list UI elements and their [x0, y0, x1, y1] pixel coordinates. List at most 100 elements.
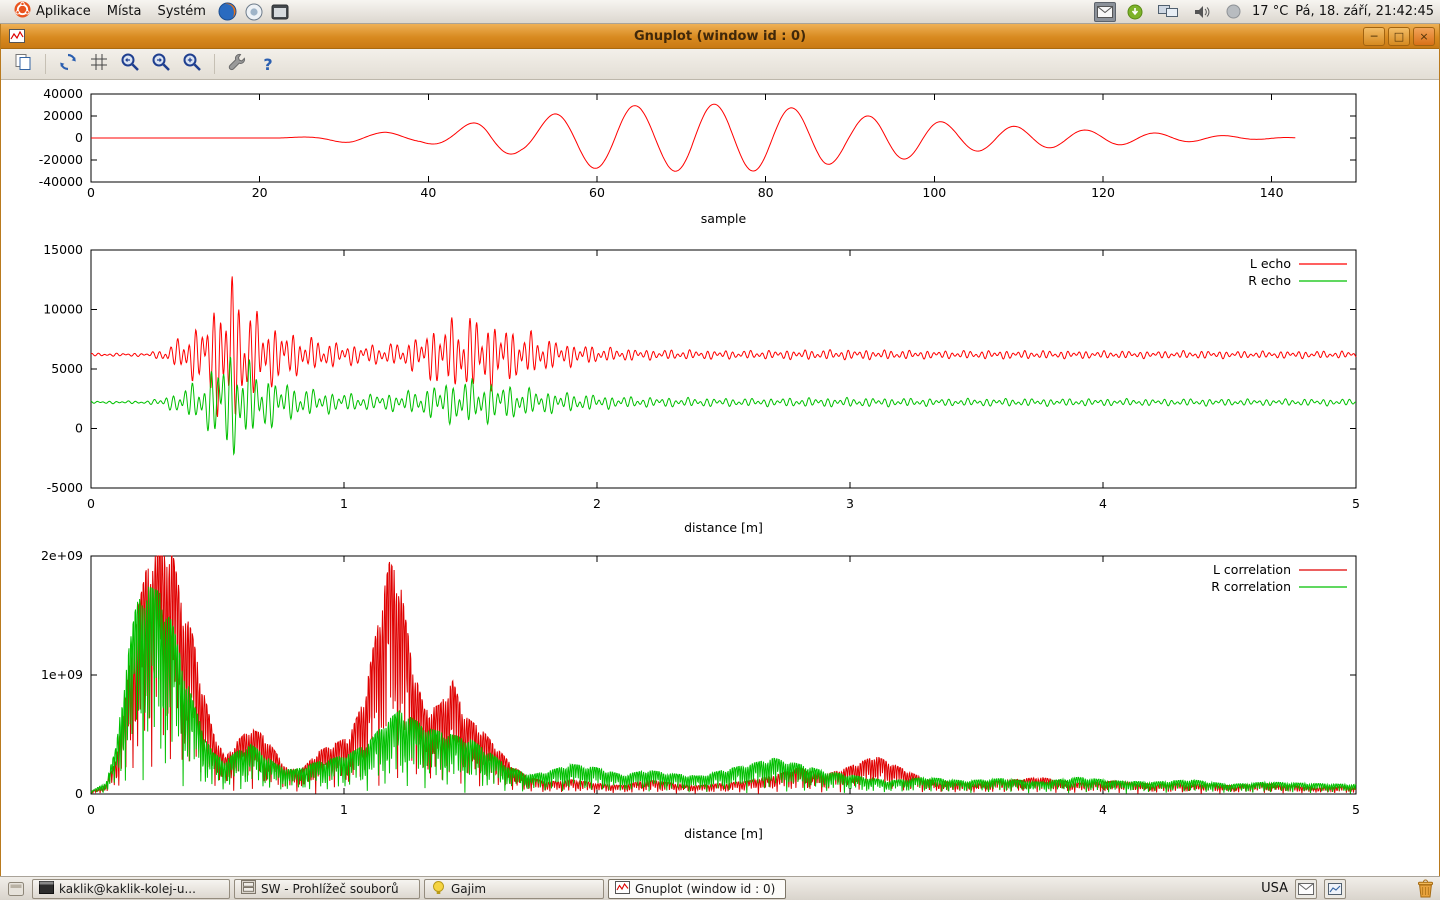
ubuntu-logo-icon: [14, 1, 31, 22]
svg-text:L echo: L echo: [1250, 256, 1291, 271]
svg-text:2: 2: [593, 802, 601, 817]
trash-icon[interactable]: [1415, 878, 1436, 899]
mail-applet-icon[interactable]: [1295, 879, 1317, 899]
svg-text:5: 5: [1352, 802, 1360, 817]
task-file-manager[interactable]: SW - Prohlížeč souborů: [234, 879, 420, 899]
zoom-default-button[interactable]: [179, 52, 205, 77]
svg-text:3: 3: [846, 802, 854, 817]
toggle-grid-button[interactable]: [86, 52, 112, 77]
mail-notification-icon[interactable]: [1094, 2, 1116, 22]
svg-text:140: 140: [1260, 185, 1284, 200]
svg-text:-40000: -40000: [39, 174, 83, 189]
terminal-launcher-icon[interactable]: [267, 4, 293, 20]
zoom-default-icon: [182, 52, 202, 76]
svg-text:1: 1: [340, 496, 348, 511]
gajim-task-icon: [431, 880, 446, 898]
window-list-icon[interactable]: [4, 882, 28, 896]
task-label: Gajim: [451, 882, 486, 896]
task-gnuplot[interactable]: Gnuplot (window id : 0): [608, 879, 786, 899]
replot-button[interactable]: [55, 52, 81, 77]
zoom-next-icon: [151, 52, 171, 76]
svg-text:0: 0: [87, 496, 95, 511]
window-title: Gnuplot (window id : 0): [1, 29, 1439, 44]
zoom-next-button[interactable]: [148, 52, 174, 77]
svg-text:120: 120: [1091, 185, 1115, 200]
svg-text:distance [m]: distance [m]: [684, 520, 763, 535]
chart-applet-icon[interactable]: [1324, 879, 1346, 899]
svg-text:40000: 40000: [43, 86, 83, 101]
minimize-button[interactable]: ─: [1363, 27, 1385, 46]
toolbar-separator: [45, 54, 46, 74]
top-panel: Aplikace Místa Systém: [0, 0, 1440, 24]
svg-text:0: 0: [75, 421, 83, 436]
grid-icon: [90, 53, 108, 75]
svg-text:40: 40: [420, 185, 436, 200]
svg-text:R correlation: R correlation: [1211, 579, 1291, 594]
svg-text:R echo: R echo: [1248, 273, 1291, 288]
help-icon: ?: [263, 55, 272, 74]
zoom-previous-button[interactable]: [117, 52, 143, 77]
firefox-launcher-icon[interactable]: [214, 2, 241, 21]
svg-text:4: 4: [1099, 802, 1107, 817]
weather-icon: [1222, 4, 1245, 19]
maximize-button[interactable]: □: [1388, 27, 1410, 46]
gnuplot-task-icon: [615, 881, 630, 897]
gnuplot-window: Gnuplot (window id : 0) ─ □ ×: [0, 24, 1440, 876]
update-notifier-icon[interactable]: [1123, 4, 1147, 20]
menu-system[interactable]: Systém: [149, 0, 213, 23]
menu-applications-label: Aplikace: [36, 4, 91, 19]
svg-text:1: 1: [340, 802, 348, 817]
copy-icon: [14, 53, 32, 75]
svg-text:10000: 10000: [43, 302, 83, 317]
svg-text:0: 0: [75, 786, 83, 801]
svg-text:80: 80: [758, 185, 774, 200]
titlebar[interactable]: Gnuplot (window id : 0) ─ □ ×: [1, 24, 1439, 49]
help-button[interactable]: ?: [255, 52, 281, 77]
clock[interactable]: Pá, 18. září, 21:42:45: [1295, 4, 1434, 19]
volume-icon[interactable]: [1189, 4, 1215, 20]
menu-applications[interactable]: Aplikace: [6, 0, 99, 23]
svg-text:5000: 5000: [51, 361, 83, 376]
svg-text:20000: 20000: [43, 108, 83, 123]
svg-text:5: 5: [1352, 496, 1360, 511]
keyboard-layout-indicator[interactable]: USA: [1261, 881, 1288, 896]
task-label: SW - Prohlížeč souborů: [261, 882, 399, 896]
svg-text:1e+09: 1e+09: [41, 667, 83, 682]
svg-text:-20000: -20000: [39, 152, 83, 167]
svg-text:100: 100: [922, 185, 946, 200]
svg-text:20: 20: [252, 185, 268, 200]
plot-area: 020406080100120140-40000-200000200004000…: [1, 80, 1439, 876]
gnuplot-canvas[interactable]: 020406080100120140-40000-200000200004000…: [1, 80, 1439, 876]
svg-text:0: 0: [87, 185, 95, 200]
svg-text:2e+09: 2e+09: [41, 548, 83, 563]
task-gajim[interactable]: Gajim: [424, 879, 604, 899]
svg-text:2: 2: [593, 496, 601, 511]
menu-places[interactable]: Místa: [99, 0, 150, 23]
svg-text:L correlation: L correlation: [1213, 562, 1291, 577]
svg-text:0: 0: [75, 130, 83, 145]
close-button[interactable]: ×: [1413, 27, 1435, 46]
refresh-icon: [58, 52, 78, 76]
toolbar: ?: [1, 49, 1439, 80]
task-label: kaklik@kaklik-kolej-u...: [59, 882, 196, 896]
svg-text:0: 0: [87, 802, 95, 817]
toolbar-separator: [214, 54, 215, 74]
svg-text:-5000: -5000: [47, 480, 83, 495]
svg-text:3: 3: [846, 496, 854, 511]
svg-text:distance [m]: distance [m]: [684, 826, 763, 841]
terminal-task-icon: [39, 881, 54, 897]
temperature-indicator[interactable]: 17 °C: [1252, 4, 1288, 19]
copy-to-clipboard-button[interactable]: [10, 52, 36, 77]
help-launcher-icon[interactable]: [241, 3, 267, 21]
menu-places-label: Místa: [107, 4, 142, 19]
file-manager-task-icon: [241, 880, 256, 897]
svg-text:sample: sample: [701, 211, 747, 226]
task-label: Gnuplot (window id : 0): [635, 882, 775, 896]
display-settings-icon[interactable]: [1154, 4, 1182, 19]
svg-text:60: 60: [589, 185, 605, 200]
zoom-previous-icon: [120, 52, 140, 76]
wrench-icon: [227, 52, 247, 76]
taskbar: kaklik@kaklik-kolej-u... SW - Prohlížeč …: [0, 876, 1440, 900]
configure-terminal-button[interactable]: [224, 52, 250, 77]
task-terminal[interactable]: kaklik@kaklik-kolej-u...: [32, 879, 230, 899]
